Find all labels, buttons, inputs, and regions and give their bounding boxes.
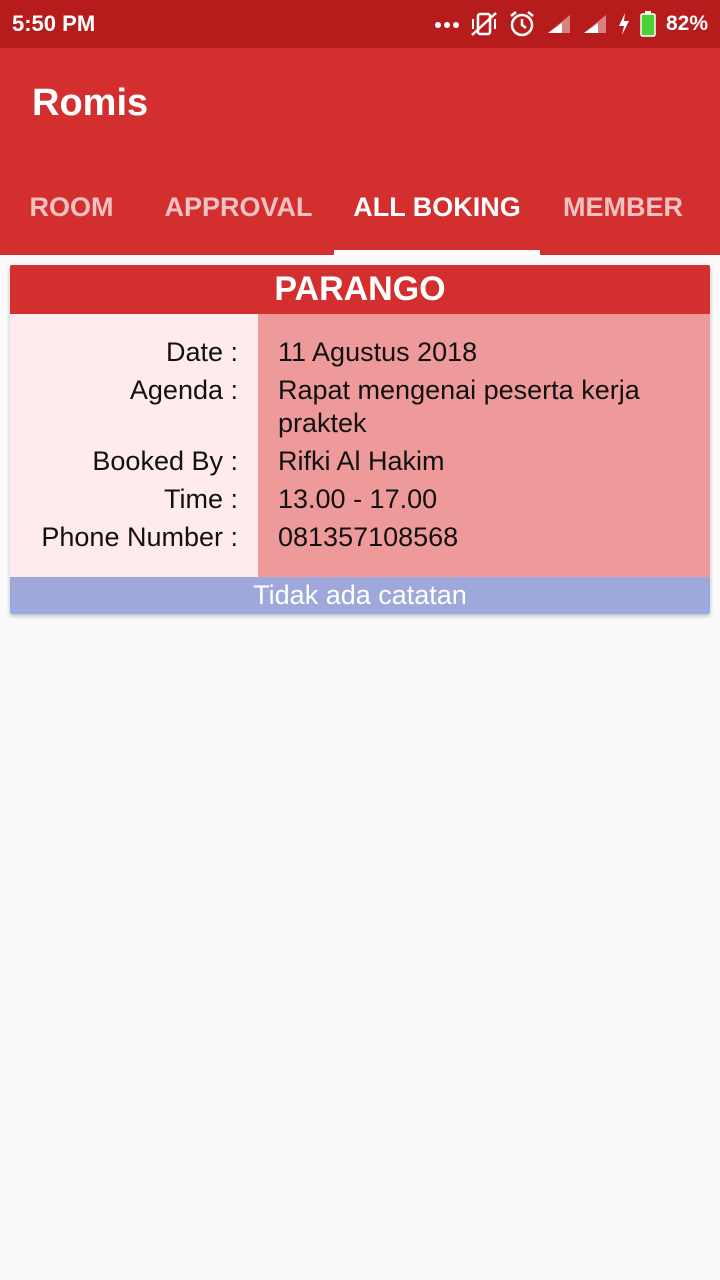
tab-all-boking[interactable]: ALL BOKING xyxy=(334,160,540,255)
tab-room[interactable]: ROOM xyxy=(0,160,143,255)
status-icons: 82% xyxy=(434,10,708,38)
agenda-label: Agenda : xyxy=(129,375,238,405)
booked-by-label: Booked By : xyxy=(92,446,238,476)
tab-member[interactable]: MEMBER xyxy=(540,160,706,255)
tab-bar: ROOM APPROVAL ALL BOKING MEMBER xyxy=(0,160,720,255)
app-title: Romis xyxy=(32,82,149,124)
alarm-icon xyxy=(508,10,536,38)
status-bar: 5:50 PM 82% xyxy=(0,0,720,48)
booked-by-value: Rifki Al Hakim xyxy=(278,446,445,476)
tab-approval[interactable]: APPROVAL xyxy=(143,160,334,255)
date-value: 11 Agustus 2018 xyxy=(278,337,478,367)
labels-column: Date : Agenda : Booked By : Time : Phone… xyxy=(10,314,258,577)
phone-value: 081357108568 xyxy=(278,522,459,552)
battery-icon xyxy=(640,11,656,37)
vibrate-off-icon xyxy=(470,11,498,37)
agenda-value: Rapat mengenai peserta kerja praktek xyxy=(278,375,640,438)
room-name: PARANGO xyxy=(10,265,710,314)
charging-icon xyxy=(618,12,630,36)
signal-icon xyxy=(582,13,608,35)
signal-icon xyxy=(546,13,572,35)
more-dots-icon xyxy=(434,19,460,29)
values-column: 11 Agustus 2018 Rapat mengenai peserta k… xyxy=(258,314,710,577)
date-label: Date : xyxy=(165,337,238,367)
time-label: Time : xyxy=(164,484,238,514)
booking-card[interactable]: PARANGO Date : Agenda : Booked By : Time… xyxy=(10,265,710,614)
booking-note: Tidak ada catatan xyxy=(10,577,710,614)
phone-label: Phone Number : xyxy=(41,522,238,552)
app-bar: Romis ROOM APPROVAL ALL BOKING MEMBER xyxy=(0,48,720,255)
time-value: 13.00 - 17.00 xyxy=(278,484,438,514)
booking-details: Date : Agenda : Booked By : Time : Phone… xyxy=(10,314,710,577)
status-time: 5:50 PM xyxy=(12,11,96,36)
battery-percent: 82% xyxy=(665,12,708,35)
